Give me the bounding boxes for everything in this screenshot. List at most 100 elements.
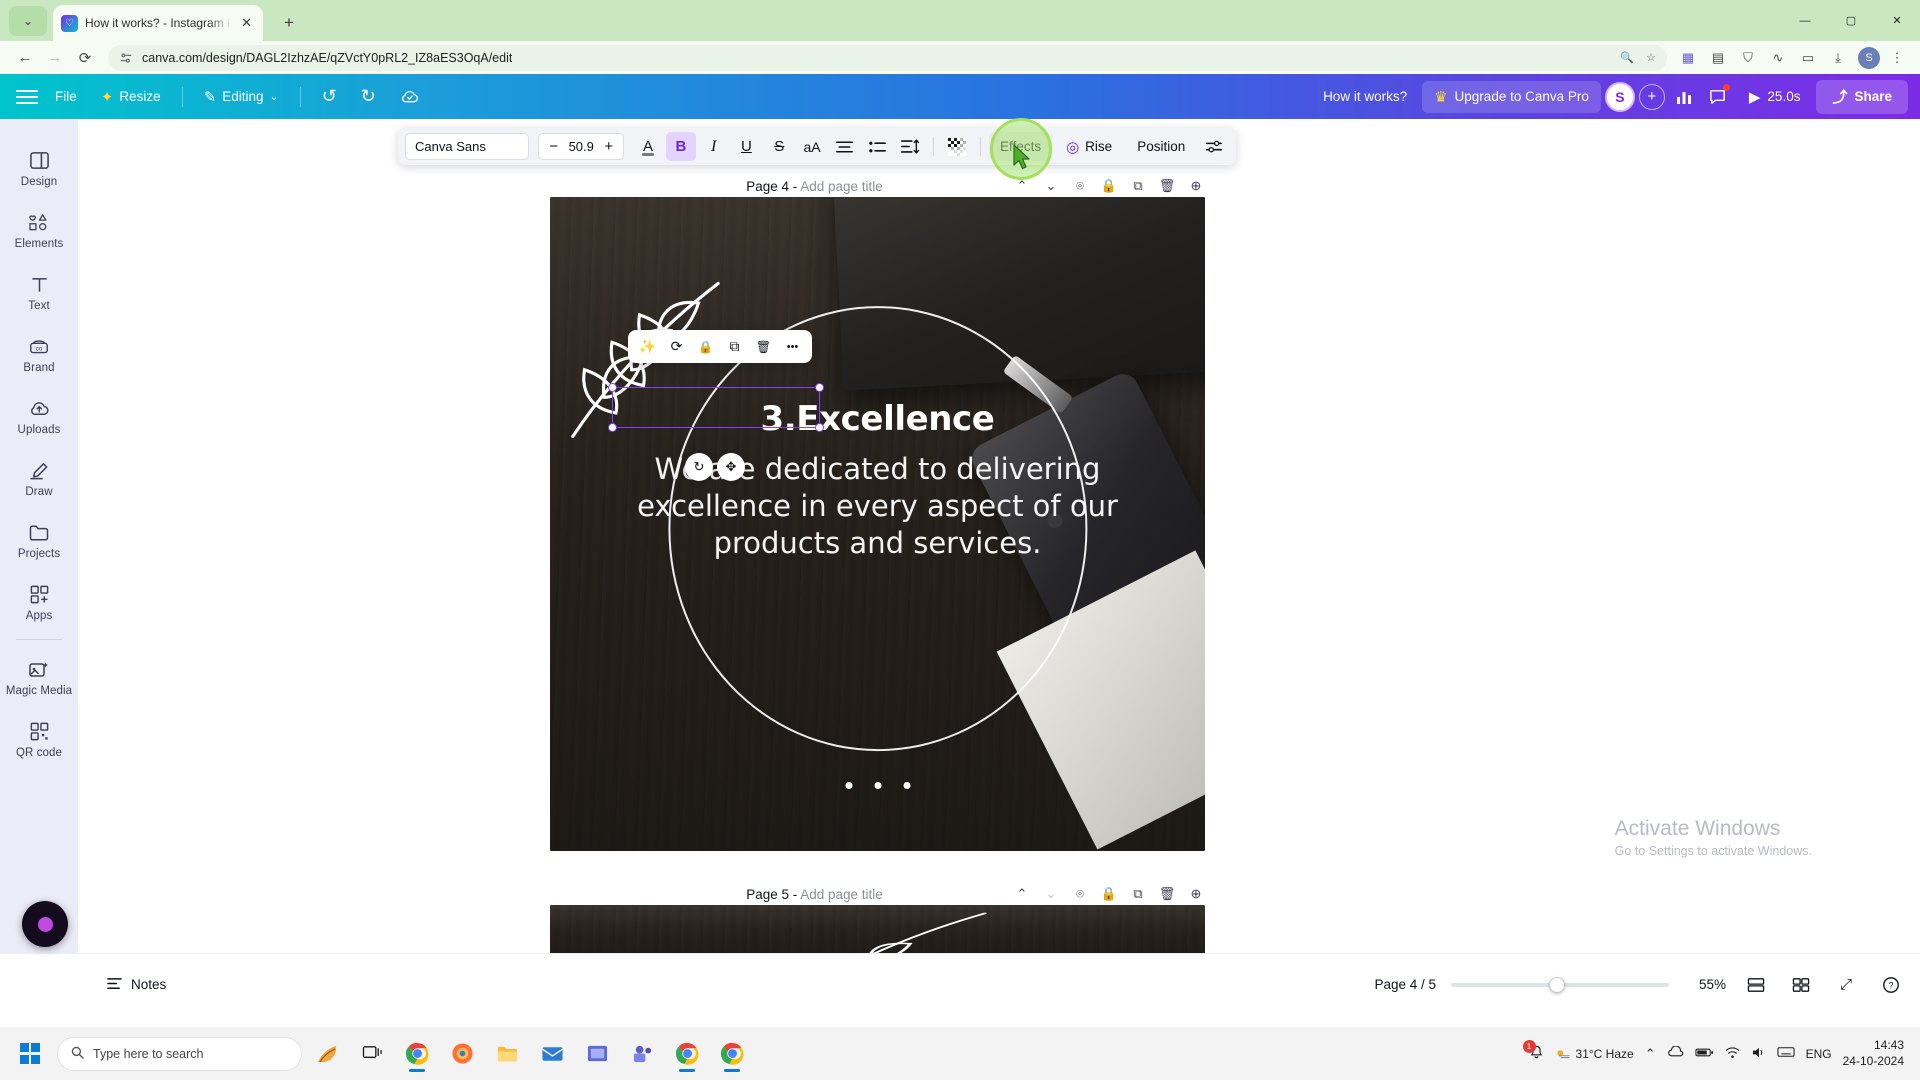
font-size-increase-button[interactable]: + [599,138,618,155]
reload-icon[interactable]: ⟳ [70,43,100,73]
notification-bell-icon[interactable]: 1 [1522,1039,1544,1063]
page4-duplicate-icon[interactable]: ⧉ [1129,178,1147,194]
italic-button[interactable]: I [699,132,729,161]
page5-add-page-icon[interactable]: ⊕ [1187,886,1205,902]
browser-menu-icon[interactable]: ⋮ [1884,45,1910,71]
taskbar-firefox-icon[interactable] [442,1034,482,1074]
document-title[interactable]: How it works? [1312,81,1418,113]
taskbar-task-view-icon[interactable] [352,1034,392,1074]
taskbar-mail-icon[interactable] [532,1034,572,1074]
save-status-button[interactable] [389,81,430,113]
page5-lock-icon[interactable]: 🔒 [1100,886,1118,902]
object-context-toolbar[interactable]: ✨ ⟳ 🔒 ⧉ 🗑 ••• [628,330,812,363]
page4-canvas[interactable]: 3.Excellence We are dedicated to deliver… [550,197,1205,851]
page4-body-text[interactable]: We are dedicated to delivering excellenc… [550,451,1205,562]
redo-button[interactable]: ↻ [350,81,387,113]
taskbar-clock[interactable]: 14:43 24-10-2024 [1843,1038,1904,1070]
help-icon[interactable]: ? [1876,970,1906,1000]
comment-icon[interactable] [1703,82,1733,112]
delete-icon[interactable]: 🗑 [751,334,776,359]
canvas-area[interactable]: Page 4 - Add page title ⌃ ⌄ ⌾ 🔒 ⧉ 🗑 ⊕ 3.… [78,119,1920,953]
sidebar-item-text[interactable]: Text [0,261,78,323]
font-size-decrease-button[interactable]: − [544,138,563,155]
page4-add-page-icon[interactable]: ⊕ [1187,178,1205,194]
taskbar-leaf-app-icon[interactable] [307,1034,347,1074]
site-settings-icon[interactable] [119,51,133,65]
shield-icon[interactable]: ⛉ [1735,45,1761,71]
user-avatar[interactable]: S [1604,81,1635,112]
page5-title[interactable]: Page 5 - Add page title [550,887,1013,902]
position-button[interactable]: Position [1126,132,1196,161]
bookmark-star-icon[interactable]: ☆ [1646,51,1656,64]
transparency-icon[interactable] [942,132,972,161]
bold-button[interactable]: B [666,132,696,161]
window-close-button[interactable]: ✕ [1874,0,1920,41]
zoom-icon[interactable]: 🔍 [1620,51,1634,64]
toolbar-more-icon[interactable] [1199,132,1229,161]
download-icon[interactable]: ⤓ [1825,45,1851,71]
sidebar-item-uploads[interactable]: Uploads [0,385,78,447]
lock-icon[interactable]: 🔒 [693,334,718,359]
zoom-slider[interactable] [1451,976,1669,993]
notes-button[interactable]: Notes [94,968,178,1002]
font-size-stepper[interactable]: − 50.9 + [538,133,625,160]
fullscreen-icon[interactable]: ⤢ [1831,970,1861,1000]
browser-tab[interactable]: ♡ How it works? - Instagram Post ✕ [53,5,263,41]
page4-title[interactable]: Page 4 - Add page title [550,179,1013,194]
file-menu-button[interactable]: File [44,81,88,113]
page4-move-up-icon[interactable]: ⌃ [1013,178,1031,194]
magic-wand-icon[interactable]: ✨ [635,334,660,359]
sidebar-item-design[interactable]: Design [0,137,78,199]
grid-view-icon[interactable] [1741,970,1771,1000]
taskbar-store-icon[interactable] [577,1034,617,1074]
hamburger-menu-icon[interactable] [12,82,42,112]
present-button[interactable]: ▶ 25.0s [1737,81,1813,113]
keyboard-icon[interactable] [1777,1046,1795,1061]
address-bar[interactable]: canva.com/design/DAGL2IzhzAE/qZVctY0pRL2… [108,44,1667,71]
analytics-icon[interactable] [1669,82,1699,112]
font-family-select[interactable]: Canva Sans [405,133,530,160]
upgrade-to-pro-button[interactable]: ♛ Upgrade to Canva Pro [1422,80,1601,113]
forward-icon[interactable]: → [40,43,70,73]
align-center-icon[interactable] [830,132,860,161]
taskbar-chrome-icon[interactable] [397,1034,437,1074]
add-collaborator-icon[interactable]: + [1638,83,1665,110]
move-handle-icon[interactable]: ✥ [717,453,745,481]
sidebar-item-draw[interactable]: Draw [0,447,78,509]
puzzle-icon[interactable]: ▦ [1675,45,1701,71]
sidebar-item-magic-media[interactable]: Magic Media [0,646,78,708]
window-maximize-button[interactable]: ▢ [1828,0,1874,41]
page4-hide-icon[interactable]: ⌾ [1071,178,1089,194]
page5-duplicate-icon[interactable]: ⧉ [1129,886,1147,902]
font-size-value[interactable]: 50.9 [564,139,598,154]
weather-widget[interactable]: 31°C Haze [1555,1047,1634,1061]
effects-button[interactable]: Effects [989,132,1053,161]
start-button[interactable] [8,1034,52,1074]
window-minimize-button[interactable]: — [1782,0,1828,41]
page4-lock-icon[interactable]: 🔒 [1100,178,1118,194]
network-icon[interactable] [1725,1046,1740,1062]
tray-expand-icon[interactable]: ⌃ [1645,1046,1656,1062]
editing-mode-button[interactable]: ✎ Editing ⌄ [193,81,290,113]
taskbar-explorer-icon[interactable] [487,1034,527,1074]
animate-button[interactable]: ◎ Rise [1055,132,1123,161]
back-icon[interactable]: ← [10,43,40,73]
letter-case-button[interactable]: aA [797,132,827,161]
new-tab-button[interactable]: + [275,9,303,37]
page4-delete-icon[interactable]: 🗑 [1158,178,1176,194]
rotate-handle-icon[interactable]: ↻ [685,453,713,481]
resize-button[interactable]: ✦ Resize [90,81,172,113]
sidebar-item-brand[interactable]: co Brand [0,323,78,385]
pages-view-icon[interactable] [1786,970,1816,1000]
tab-list-chevron-icon[interactable]: ⌄ [9,6,47,36]
taskbar-search-input[interactable]: Type here to search [57,1036,302,1071]
wave-icon[interactable]: ∿ [1765,45,1791,71]
strikethrough-button[interactable]: S [764,132,794,161]
page4-move-down-icon[interactable]: ⌄ [1042,178,1060,194]
taskbar-teams-icon[interactable] [622,1034,662,1074]
sidebar-item-apps[interactable]: Apps [0,571,78,633]
page5-move-up-icon[interactable]: ⌃ [1013,886,1031,902]
taskbar-chrome-window-2-icon[interactable] [712,1034,752,1074]
volume-icon[interactable] [1751,1046,1766,1062]
page4-heading-text[interactable]: 3.Excellence [755,400,1001,438]
